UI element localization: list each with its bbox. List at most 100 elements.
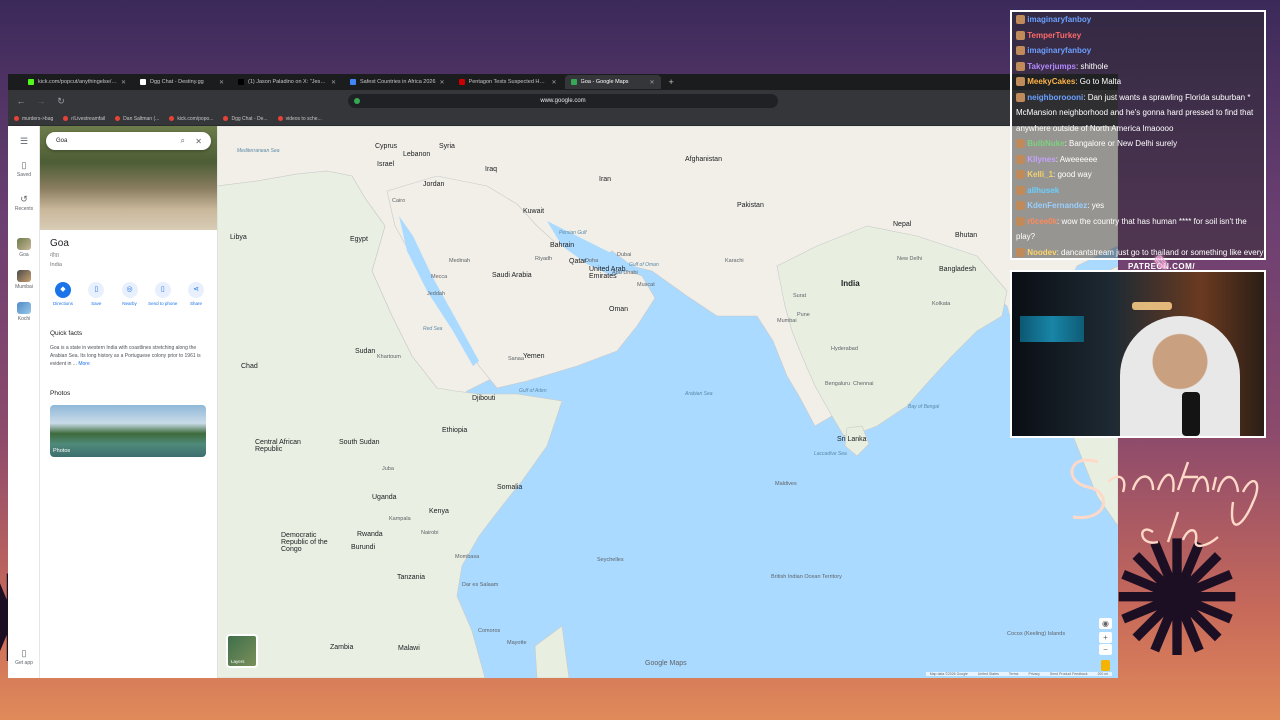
map-label-india[interactable]: India <box>841 279 860 288</box>
chat-username[interactable]: allhusek <box>1027 186 1059 195</box>
browser-tab[interactable]: Goa - Google Maps ✕ <box>564 75 661 89</box>
layers-button[interactable]: Layers <box>226 634 258 668</box>
map-footer-item[interactable]: Terms <box>1009 672 1019 676</box>
photos-thumbnail[interactable]: Photos <box>50 405 206 457</box>
share-button[interactable]: ⋖ Share <box>181 282 211 306</box>
new-tab-button[interactable]: + <box>663 77 680 87</box>
chat-username[interactable]: Takyerjumps <box>1027 62 1076 71</box>
map-label-bangladesh[interactable]: Bangladesh <box>939 266 976 273</box>
directions-button[interactable]: ◆ Directions <box>48 282 78 306</box>
map-label-mediterranean-sea[interactable]: Mediterranean Sea <box>237 148 280 154</box>
map-label-persian-gulf[interactable]: Persian Gulf <box>559 230 587 236</box>
map-label-lebanon[interactable]: Lebanon <box>403 151 430 158</box>
map-label-bhutan[interactable]: Bhutan <box>955 232 977 239</box>
chat-username[interactable]: Noodev <box>1027 248 1056 257</box>
browser-tab[interactable]: kick.com/popcut/anythingelse/chat ✕ <box>22 75 132 89</box>
map-label-sri-lanka[interactable]: Sri Lanka <box>837 436 867 443</box>
map-label-tanzania[interactable]: Tanzania <box>397 574 425 581</box>
map-label-jeddah[interactable]: Jeddah <box>427 291 445 297</box>
compass-icon[interactable]: ◉ <box>1099 618 1112 629</box>
map-label-somalia[interactable]: Somalia <box>497 484 522 491</box>
map-label-cyprus[interactable]: Cyprus <box>375 143 397 150</box>
map-label-egypt[interactable]: Egypt <box>350 236 368 243</box>
map-label-central-african-republic[interactable]: Central African Republic <box>255 439 303 453</box>
rail-item-kochi[interactable]: Kochi <box>8 302 40 322</box>
map-label-gulf-of-oman[interactable]: Gulf of Oman <box>629 262 659 268</box>
bookmark-item[interactable]: videos to sche... <box>277 116 322 122</box>
map-label-afghanistan[interactable]: Afghanistan <box>685 156 722 163</box>
map-label-bengaluru[interactable]: Bengaluru <box>825 381 850 387</box>
map-footer-item[interactable]: Privacy <box>1028 672 1039 676</box>
map-label-muscat[interactable]: Muscat <box>637 282 655 288</box>
search-icon[interactable]: ⌕ <box>181 136 185 146</box>
map-label-iraq[interactable]: Iraq <box>485 166 497 173</box>
close-icon[interactable]: ✕ <box>195 137 202 146</box>
map-label-democratic-republic-of-the-congo[interactable]: Democratic Republic of the Congo <box>281 532 329 553</box>
chat-username[interactable]: imaginaryfanboy <box>1027 46 1091 55</box>
map-label-mayotte[interactable]: Mayotte <box>507 640 527 646</box>
map-label-kolkata[interactable]: Kolkata <box>932 301 950 307</box>
map-label-red-sea[interactable]: Red Sea <box>423 326 442 332</box>
chat-username[interactable]: KdenFernandez <box>1027 201 1087 210</box>
map-label-medinah[interactable]: Medinah <box>449 258 470 264</box>
map-label-libya[interactable]: Libya <box>230 234 247 241</box>
map-label-djibouti[interactable]: Djibouti <box>472 395 495 402</box>
rail-item-recents[interactable]: ↺ Recents <box>8 194 40 212</box>
map-label-maldives[interactable]: Maldives <box>775 481 797 487</box>
tab-close-icon[interactable]: ✕ <box>331 79 336 86</box>
more-link[interactable]: More <box>78 361 89 367</box>
map-label-qatar[interactable]: Qatar <box>569 258 587 265</box>
map-label-rwanda[interactable]: Rwanda <box>357 531 383 538</box>
map-canvas[interactable]: Cyprus Lebanon Syria Iraq Iran Afghanistan Isr… <box>217 126 1118 678</box>
map-footer-item[interactable]: Send Product Feedback <box>1050 672 1088 676</box>
map-label-oman[interactable]: Oman <box>609 306 628 313</box>
map-label-south-sudan[interactable]: South Sudan <box>339 439 379 446</box>
map-label-cairo[interactable]: Cairo <box>392 198 405 204</box>
map-label-dubai[interactable]: Dubai <box>617 252 631 258</box>
map-label-sudan[interactable]: Sudan <box>355 348 375 355</box>
map-label-hyderabad[interactable]: Hyderabad <box>831 346 858 352</box>
map-label-zambia[interactable]: Zambia <box>330 644 353 651</box>
map-label-mumbai[interactable]: Mumbai <box>777 318 797 324</box>
map-label-malawi[interactable]: Malawi <box>398 645 420 652</box>
tab-close-icon[interactable]: ✕ <box>552 79 557 86</box>
map-label-bahrain[interactable]: Bahrain <box>550 242 574 249</box>
tab-close-icon[interactable]: ✕ <box>121 79 126 86</box>
map-label-new-delhi[interactable]: New Delhi <box>897 256 922 262</box>
chat-username[interactable]: TemperTurkey <box>1027 31 1081 40</box>
address-bar[interactable]: www.google.com <box>348 94 778 108</box>
map-label-surat[interactable]: Surat <box>793 293 806 299</box>
tab-close-icon[interactable]: ✕ <box>650 79 655 86</box>
map-label-pune[interactable]: Pune <box>797 312 810 318</box>
map-label-doha[interactable]: Doha <box>585 258 598 264</box>
map-label-syria[interactable]: Syria <box>439 143 455 150</box>
map-label-ethiopia[interactable]: Ethiopia <box>442 427 467 434</box>
back-icon[interactable]: ← <box>16 96 26 106</box>
map-label-comoros[interactable]: Comoros <box>478 628 500 634</box>
rail-item-mumbai[interactable]: Mumbai <box>8 270 40 290</box>
map-label-uganda[interactable]: Uganda <box>372 494 397 501</box>
map-label-pakistan[interactable]: Pakistan <box>737 202 764 209</box>
map-label-sanaa[interactable]: Sanaa <box>508 356 524 362</box>
search-input[interactable]: Goa <box>56 138 67 144</box>
map-label-riyadh[interactable]: Riyadh <box>535 256 552 262</box>
map-label-british-indian-ocean-territory[interactable]: British Indian Ocean Territory <box>771 574 842 580</box>
map-label-seychelles[interactable]: Seychelles <box>597 557 624 563</box>
map-label-abu-dhabi[interactable]: Abu Dhabi <box>612 270 638 276</box>
map-label-kenya[interactable]: Kenya <box>429 508 449 515</box>
chat-username[interactable]: Kelli_1 <box>1027 170 1053 179</box>
browser-tab[interactable]: (1) Jason Paladino on X: "Jesus fuc... ✕ <box>232 75 342 89</box>
map-label-laccadive-sea[interactable]: Laccadive Sea <box>814 451 847 457</box>
map-label-burundi[interactable]: Burundi <box>351 544 375 551</box>
map-label-juba[interactable]: Juba <box>382 466 394 472</box>
tab-close-icon[interactable]: ✕ <box>440 79 445 86</box>
chat-username[interactable]: r0cee0k <box>1027 217 1057 226</box>
street-view-pegman-icon[interactable] <box>1101 660 1110 671</box>
zoom-out-button[interactable]: − <box>1099 644 1112 655</box>
nearby-button[interactable]: ◎ Nearby <box>115 282 145 306</box>
rail-item-goa[interactable]: Goa <box>8 238 40 258</box>
browser-tab[interactable]: Safest Countries in Africa 2026 ✕ <box>344 75 451 89</box>
map-label-mombasa[interactable]: Mombasa <box>455 554 479 560</box>
menu-button[interactable]: ☰ <box>8 136 40 148</box>
map-label-karachi[interactable]: Karachi <box>725 258 744 264</box>
